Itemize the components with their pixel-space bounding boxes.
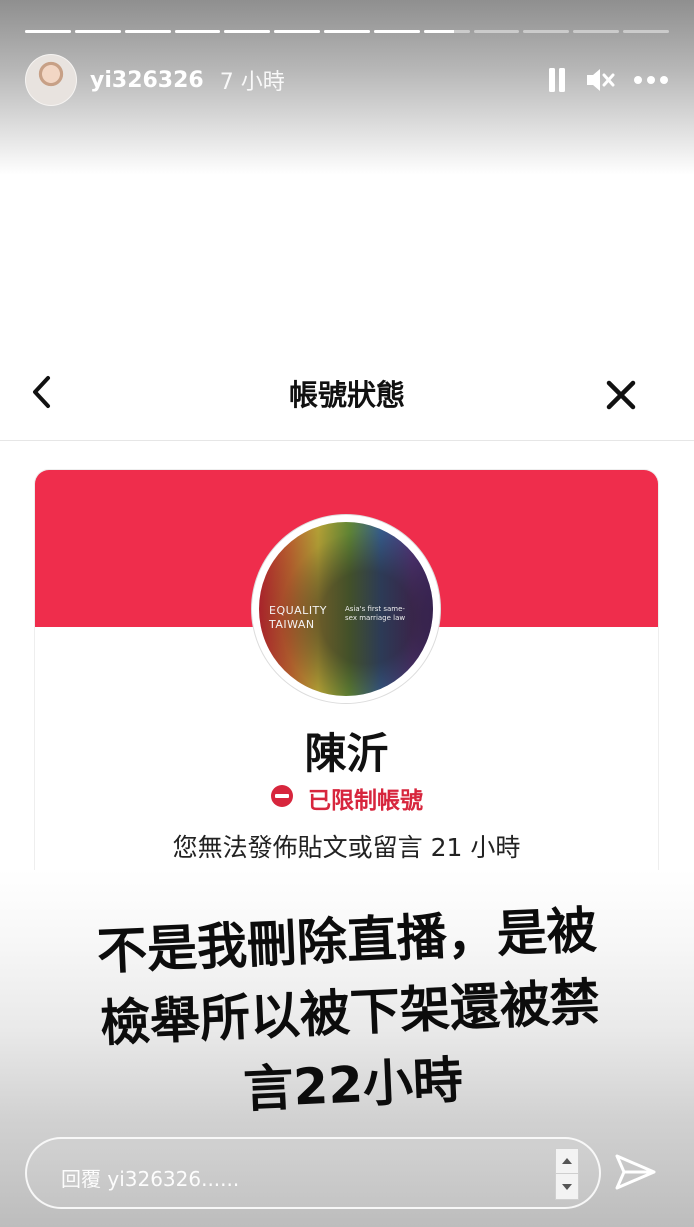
story-controls: [547, 66, 669, 94]
story-progress-segment: [523, 30, 570, 33]
account-status-card: EQUALITY TAIWAN Asia's first same-sex ma…: [35, 470, 658, 890]
story-progress-segment: [573, 30, 620, 33]
story-caption: 不是我刪除直播，是被 檢舉所以被下架還被禁 言22小時: [51, 892, 650, 1134]
story-progress-segment: [274, 30, 321, 33]
story-progress-fill: [274, 30, 321, 33]
story-header: yi326326 7 小時: [25, 54, 669, 106]
story-progress-fill: [74, 30, 121, 33]
close-icon[interactable]: [604, 378, 638, 412]
post-time: 7 小時: [219, 70, 285, 95]
story-progress-segment: [174, 30, 221, 33]
profile-name: 陳沂: [304, 729, 389, 778]
account-status-nav: 帳號狀態: [0, 358, 694, 441]
story-progress-fill: [174, 30, 221, 33]
profile-text-equality: EQUALITY: [269, 604, 327, 617]
profile-picture: EQUALITY TAIWAN Asia's first same-sex ma…: [259, 522, 433, 696]
profile-picture-frame: EQUALITY TAIWAN Asia's first same-sex ma…: [252, 515, 440, 703]
story-progress-bar: [25, 30, 669, 34]
story-progress-segment: [373, 30, 420, 33]
status-label: 已限制帳號: [308, 788, 423, 814]
story-progress-segment: [124, 30, 171, 33]
story-progress-segment: [74, 30, 121, 33]
account-status-row: 已限制帳號: [35, 781, 658, 815]
profile-text-taiwan: TAIWAN: [269, 618, 315, 631]
profile-text-subtitle: Asia's first same-sex marriage law: [345, 605, 406, 622]
muted-speaker-icon[interactable]: [585, 66, 615, 94]
more-options-icon[interactable]: [633, 75, 669, 85]
story-progress-segment: [224, 30, 271, 33]
input-stepper[interactable]: [555, 1148, 579, 1200]
story-progress-segment: [623, 30, 669, 33]
story-progress-fill: [124, 30, 171, 33]
story-progress-fill: [373, 30, 420, 33]
story-progress-segment: [25, 30, 71, 33]
story-progress-fill: [224, 30, 271, 33]
story-progress-fill: [324, 30, 370, 33]
restricted-icon: [270, 784, 294, 812]
stepper-up-icon[interactable]: [556, 1149, 578, 1174]
stepper-down-icon[interactable]: [556, 1174, 578, 1199]
profile-picture-caption: EQUALITY TAIWAN: [269, 604, 327, 632]
story-progress-segment: [324, 30, 370, 33]
username[interactable]: yi326326: [90, 68, 204, 93]
story-progress-segment: [473, 30, 520, 33]
story-progress-fill: [25, 30, 71, 33]
send-icon[interactable]: [614, 1152, 658, 1192]
reply-placeholder: 回覆 yi326326......: [61, 1167, 240, 1191]
restriction-message: 您無法發佈貼文或留言 21 小時: [172, 833, 521, 862]
nav-title: 帳號狀態: [288, 378, 405, 412]
avatar[interactable]: [25, 54, 77, 106]
story-progress-segment: [423, 30, 470, 33]
story-progress-fill: [423, 30, 454, 33]
pause-icon[interactable]: [547, 67, 567, 93]
reply-input[interactable]: 回覆 yi326326......: [25, 1137, 601, 1209]
